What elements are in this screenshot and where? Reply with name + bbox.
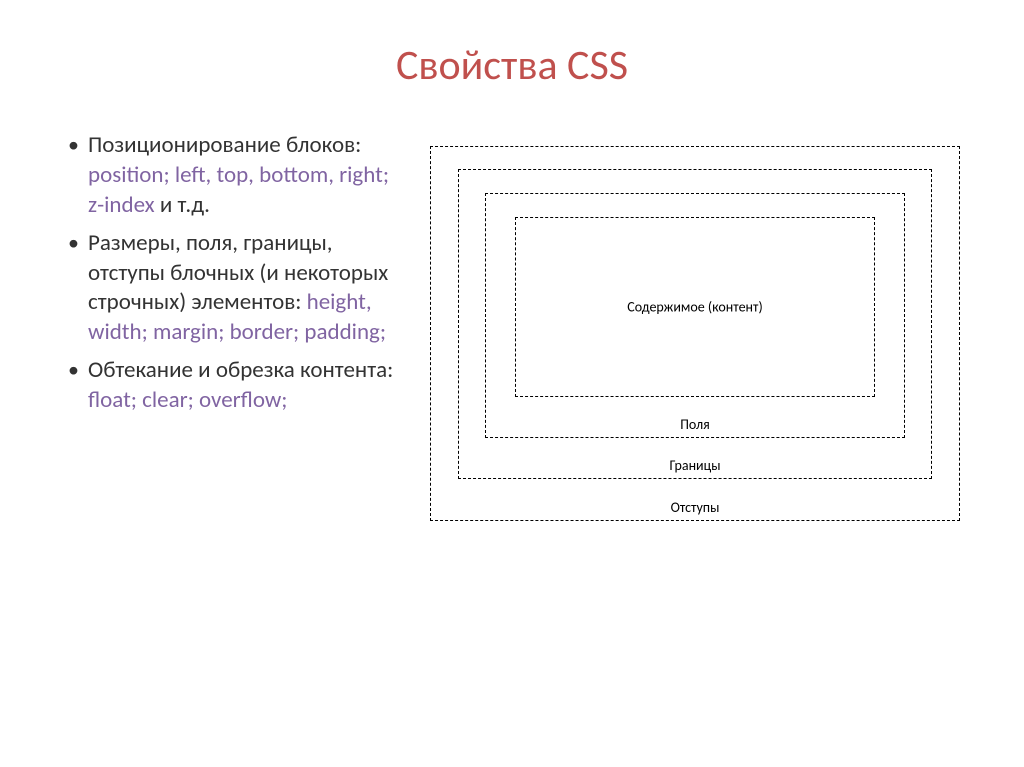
content-area: Позиционирование блоков: position; left,… (60, 131, 964, 531)
bullet-text-after: и т.д. (155, 191, 210, 219)
list-item: Обтекание и обрезка контента: float; cle… (60, 356, 400, 416)
padding-label: Поля (486, 415, 904, 434)
bullet-text: Позиционирование блоков: (88, 131, 361, 159)
css-keywords: position; left, top, bottom, right; z-in… (88, 161, 389, 219)
slide: Свойства CSS Позиционирование блоков: po… (0, 0, 1024, 767)
list-item: Размеры, поля, границы, отступы блочных … (60, 229, 400, 349)
border-label: Границы (459, 456, 931, 475)
bullet-list: Позиционирование блоков: position; left,… (60, 131, 400, 531)
content-label: Содержимое (контент) (516, 299, 874, 316)
content-box: Содержимое (контент) (515, 217, 875, 397)
bullet-text: Обтекание и обрезка контента: (88, 356, 393, 384)
box-model-diagram: Отступы Границы Поля Содержимое (контент… (430, 131, 964, 531)
margin-label: Отступы (431, 498, 959, 517)
css-keywords: float; clear; overflow; (88, 386, 287, 414)
slide-title: Свойства CSS (60, 40, 964, 91)
list-item: Позиционирование блоков: position; left,… (60, 131, 400, 221)
